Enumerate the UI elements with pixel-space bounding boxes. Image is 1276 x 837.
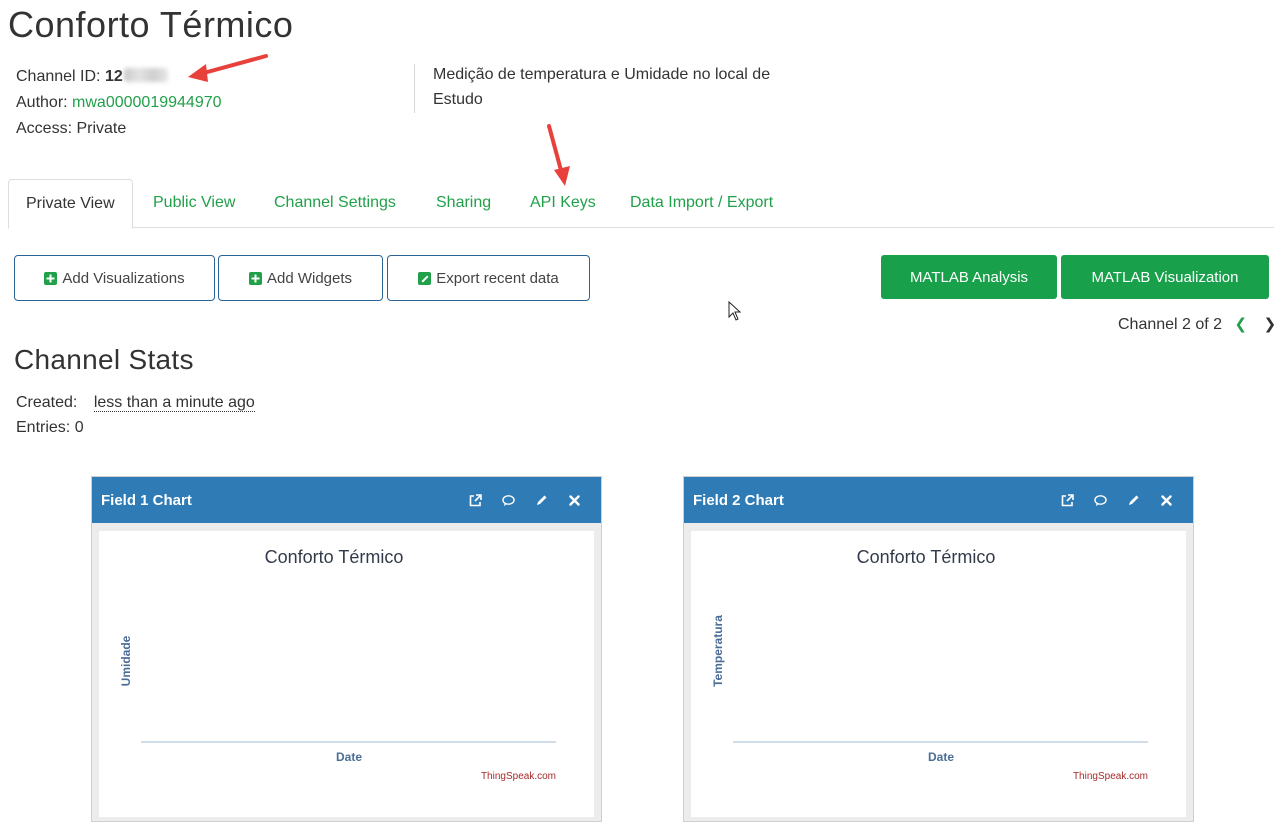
add-widgets-label: Add Widgets [266, 269, 353, 287]
tab-private-view[interactable]: Private View [8, 179, 133, 229]
matlab-analysis-button[interactable]: MATLAB Analysis [881, 255, 1057, 299]
access-row: Access: Private [16, 116, 222, 142]
author-link[interactable]: mwa0000019944970 [72, 94, 221, 111]
channel-pager: Channel 2 of 2 ❮ ❯ [1118, 315, 1276, 334]
add-widgets-button[interactable]: Add Widgets [218, 255, 383, 301]
y-axis-label: Temperatura [711, 615, 725, 687]
x-axis-label: Date [336, 750, 362, 764]
panel-header: Field 2 Chart [684, 477, 1193, 523]
access-label: Access: [16, 120, 73, 137]
pager-text: Channel 2 of 2 [1118, 316, 1223, 333]
field-2-chart: Conforto Térmico Temperatura Date ThingS… [691, 531, 1186, 817]
y-axis-label: Umidade [119, 635, 133, 686]
entries-row: Entries: 0 [16, 415, 255, 440]
channel-stats: Created: less than a minute ago Entries:… [16, 390, 255, 440]
mouse-cursor-icon [728, 301, 742, 321]
chart-svg: Conforto Térmico Umidade Date ThingSpeak… [119, 547, 556, 782]
external-link-icon[interactable] [469, 493, 482, 507]
created-label: Created: [16, 394, 78, 411]
comment-icon[interactable] [502, 494, 515, 507]
chart-svg: Conforto Térmico Temperatura Date ThingS… [711, 547, 1148, 782]
field-1-chart: Conforto Térmico Umidade Date ThingSpeak… [99, 531, 594, 817]
close-icon[interactable] [568, 494, 581, 507]
annotation-arrow-icon [188, 54, 268, 82]
export-recent-data-label: Export recent data [436, 269, 559, 287]
field-2-chart-panel: Field 2 Chart Conforto Térmico Temperatu… [683, 476, 1194, 822]
chart-credit[interactable]: ThingSpeak.com [481, 771, 556, 782]
chart-title: Conforto Térmico [857, 547, 996, 567]
tab-sharing[interactable]: Sharing [436, 179, 491, 228]
field-1-chart-panel: Field 1 Chart Conforto Térmico Umidade D… [91, 476, 602, 822]
created-value: less than a minute ago [93, 394, 255, 412]
external-link-icon[interactable] [1061, 493, 1074, 507]
chart-credit[interactable]: ThingSpeak.com [1073, 771, 1148, 782]
panel-title: Field 1 Chart [101, 491, 192, 509]
tab-public-view[interactable]: Public View [153, 179, 235, 228]
panel-actions [469, 477, 581, 523]
created-row: Created: less than a minute ago [16, 390, 255, 415]
tab-channel-settings[interactable]: Channel Settings [274, 179, 396, 228]
tab-api-keys[interactable]: API Keys [530, 179, 596, 228]
panel-actions [1061, 477, 1173, 523]
channel-stats-title: Channel Stats [14, 344, 194, 375]
channel-description: Medição de temperatura e Umidade no loca… [433, 66, 771, 108]
page-title: Conforto Térmico [8, 4, 294, 45]
panel-header: Field 1 Chart [92, 477, 601, 523]
channel-id-redaction [123, 68, 168, 82]
export-icon [418, 271, 432, 285]
entries-value: 0 [74, 419, 84, 436]
chart-title: Conforto Térmico [265, 547, 404, 567]
plus-square-icon [248, 271, 262, 285]
author-label: Author: [16, 94, 68, 111]
close-icon[interactable] [1160, 494, 1173, 507]
access-value: Private [76, 120, 127, 137]
add-visualizations-button[interactable]: Add Visualizations [14, 255, 215, 301]
channel-id-value: 12 [104, 68, 123, 85]
panel-title: Field 2 Chart [693, 491, 784, 509]
plus-square-icon [44, 271, 58, 285]
add-visualizations-label: Add Visualizations [62, 269, 185, 287]
channel-tabs: Private View Public View Channel Setting… [8, 179, 1274, 229]
matlab-visualization-button[interactable]: MATLAB Visualization [1061, 255, 1269, 299]
x-axis-label: Date [928, 750, 954, 764]
comment-icon[interactable] [1094, 494, 1107, 507]
pencil-icon[interactable] [535, 494, 548, 507]
author-row: Author: mwa0000019944970 [16, 90, 222, 116]
export-recent-data-button[interactable]: Export recent data [387, 255, 590, 301]
tab-data-import-export[interactable]: Data Import / Export [630, 179, 773, 228]
meta-divider [414, 64, 415, 113]
pencil-icon[interactable] [1127, 494, 1140, 507]
channel-id-label: Channel ID: [16, 68, 101, 85]
chevron-left-icon[interactable]: ❮ [1235, 315, 1248, 333]
entries-label: Entries: [16, 419, 71, 436]
chevron-right-icon[interactable]: ❯ [1264, 315, 1276, 333]
